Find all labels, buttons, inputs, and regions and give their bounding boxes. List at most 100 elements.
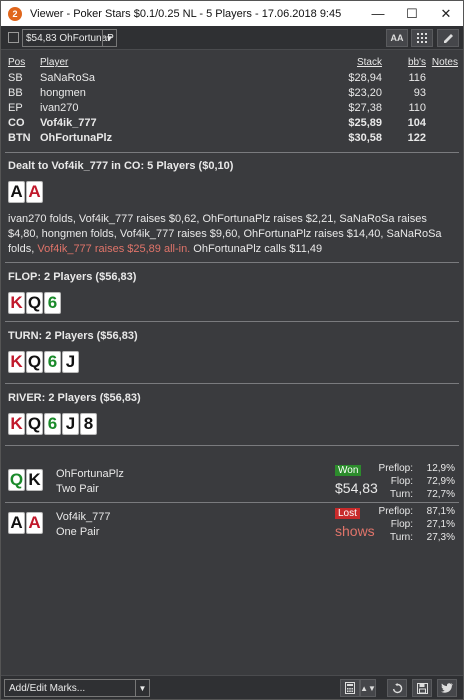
card: A (8, 181, 25, 203)
equity-block: Preflop: 87,1% Flop: 27,1% Turn: 27,3% (379, 506, 455, 546)
row-bbs: 104 (407, 117, 426, 129)
equity-label: Turn: (390, 489, 413, 500)
equity-label: Flop: (390, 476, 413, 487)
divider (5, 321, 459, 322)
equity-value: 27,1% (426, 519, 455, 530)
card: A (26, 181, 43, 203)
header-notes[interactable]: Notes (432, 57, 458, 68)
player-dropdown-value: $54,83 OhFortunaP (26, 32, 114, 44)
card: 6 (44, 413, 61, 435)
equity-block: Preflop: 12,9% Flop: 72,9% Turn: 72,7% (378, 463, 455, 503)
preflop-title: Dealt to Vof4ik_777 in CO: 5 Players ($0… (8, 160, 234, 172)
flop-cards: K Q 6 (8, 292, 62, 314)
flop-title: FLOP: 2 Players ($56,83) (8, 271, 137, 283)
bottom-bar: Add/Edit Marks... ▼ ▲▼ (1, 675, 463, 699)
players-table: Pos Player Stack bb's Notes SB SaNaRoSa … (8, 56, 460, 146)
card: K (8, 292, 25, 314)
won-amount: $54,83 (335, 480, 378, 496)
row-bbs: 122 (407, 132, 426, 144)
river-title: RIVER: 2 Players ($56,83) (8, 392, 141, 404)
calculator-icon[interactable] (340, 679, 360, 697)
row-bbs: 116 (408, 72, 426, 84)
card: Q (26, 292, 43, 314)
card: 8 (80, 413, 97, 435)
row-player: Vof4ik_777 (40, 117, 97, 129)
select-checkbox[interactable] (8, 32, 19, 43)
pencil-icon[interactable] (437, 29, 459, 47)
save-icon[interactable] (412, 679, 432, 697)
header-pos[interactable]: Pos (8, 57, 25, 68)
twitter-icon[interactable] (437, 679, 457, 697)
row-bbs: 110 (408, 102, 426, 114)
card: 6 (44, 351, 61, 373)
chevron-down-icon: ▼ (102, 30, 116, 46)
grid-icon[interactable] (411, 29, 433, 47)
equity-label: Flop: (390, 519, 413, 530)
card: 6 (44, 292, 61, 314)
row-pos: BB (8, 87, 23, 99)
maximize-button[interactable]: ☐ (395, 1, 429, 26)
close-button[interactable]: ✕ (429, 1, 463, 26)
equity-value: 27,3% (426, 532, 455, 543)
row-player: hongmen (40, 87, 86, 99)
showdown-player: OhFortunaPlz (56, 468, 124, 480)
allin-text: Vof4ik_777 raises $25,89 all-in. (37, 243, 191, 255)
card: K (26, 469, 43, 491)
toolbar: $54,83 OhFortunaP ▼ AA (1, 26, 463, 50)
row-pos: BTN (8, 132, 31, 144)
app-logo-icon: 2 (8, 6, 22, 21)
divider (5, 383, 459, 384)
equity-label: Turn: (390, 532, 413, 543)
viewer-window: 2 Viewer - Poker Stars $0.1/0.25 NL - 5 … (0, 0, 464, 700)
player-dropdown[interactable]: $54,83 OhFortunaP ▼ (22, 29, 117, 47)
card: Q (26, 413, 43, 435)
card: Q (8, 469, 25, 491)
equity-value: 72,9% (426, 476, 455, 487)
updown-icon[interactable]: ▲▼ (360, 679, 376, 697)
table-row[interactable]: BTN OhFortunaPlz $30,58 122 (8, 131, 460, 146)
card: J (62, 413, 79, 435)
title-bar: 2 Viewer - Poker Stars $0.1/0.25 NL - 5 … (1, 1, 463, 26)
row-stack: $27,38 (348, 102, 382, 114)
table-row[interactable]: EP ivan270 $27,38 110 (8, 101, 460, 116)
card: A (8, 512, 25, 534)
showdown-player: Vof4ik_777 (56, 511, 111, 523)
turn-cards: K Q 6 J (8, 351, 80, 373)
equity-label: Preflop: (378, 463, 413, 474)
header-player[interactable]: Player (40, 57, 68, 68)
call-text: OhFortunaPlz calls $11,49 (190, 243, 323, 255)
won-badge: Won (335, 465, 362, 476)
divider (5, 152, 459, 153)
header-bbs[interactable]: bb's (408, 57, 426, 68)
showdown-hand: One Pair (56, 526, 100, 538)
lost-badge: Lost (335, 508, 360, 519)
divider (5, 502, 459, 503)
table-row[interactable]: SB SaNaRoSa $28,94 116 (8, 71, 460, 86)
row-pos: EP (8, 102, 23, 114)
card: K (8, 351, 25, 373)
table-row[interactable]: CO Vof4ik_777 $25,89 104 (8, 116, 460, 131)
lost-shows: shows (335, 523, 375, 539)
replay-icon[interactable] (387, 679, 407, 697)
preflop-actions: ivan270 folds, Vof4ik_777 raises $0,62, … (8, 212, 458, 257)
row-player: SaNaRoSa (40, 72, 96, 84)
header-stack[interactable]: Stack (357, 57, 382, 68)
row-bbs: 93 (413, 87, 426, 99)
divider (5, 445, 459, 446)
showdown-cards: Q K (8, 469, 44, 491)
window-title: Viewer - Poker Stars $0.1/0.25 NL - 5 Pl… (30, 7, 342, 20)
showdown-cards: A A (8, 512, 44, 534)
minimize-button[interactable]: — (361, 1, 395, 26)
font-size-button[interactable]: AA (386, 29, 408, 47)
table-row[interactable]: BB hongmen $23,20 93 (8, 86, 460, 101)
row-player: OhFortunaPlz (40, 132, 113, 144)
river-cards: K Q 6 J 8 (8, 413, 98, 435)
showdown-hand: Two Pair (56, 483, 99, 495)
row-pos: CO (8, 117, 25, 129)
row-stack: $23,20 (348, 87, 382, 99)
row-stack: $25,89 (348, 117, 382, 129)
card: Q (26, 351, 43, 373)
row-pos: SB (8, 72, 23, 84)
marks-dropdown[interactable]: Add/Edit Marks... ▼ (4, 679, 150, 697)
row-player: ivan270 (40, 102, 79, 114)
